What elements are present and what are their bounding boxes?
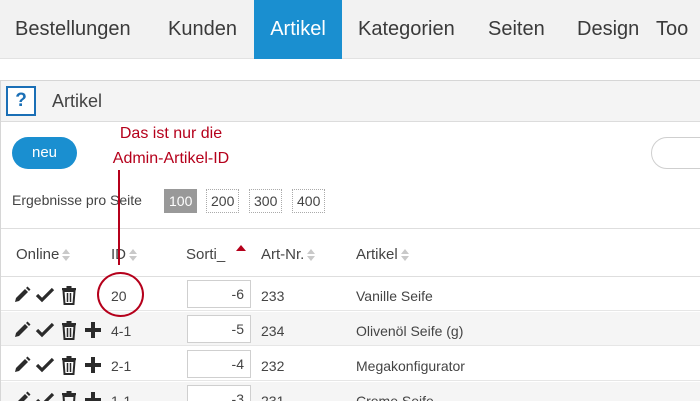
pencil-icon[interactable] <box>12 355 32 375</box>
top-navigation: Bestellungen Kunden Artikel Kategorien S… <box>0 0 700 59</box>
row-id: 1-1 <box>111 393 132 401</box>
check-icon[interactable] <box>35 285 55 305</box>
sort-icon <box>400 249 410 262</box>
trash-icon[interactable] <box>59 285 79 305</box>
nav-tab-bestellungen[interactable]: Bestellungen <box>15 0 131 59</box>
results-per-page-label: Ergebnisse pro Seite <box>12 192 142 208</box>
row-artikel[interactable]: Creme Seife <box>356 393 434 401</box>
trash-icon[interactable] <box>59 320 79 340</box>
divider <box>1 228 700 229</box>
annotation-line-1: Das ist nur die <box>119 125 223 142</box>
sort-order-input[interactable]: -3 <box>187 385 251 401</box>
col-header-id[interactable]: ID <box>111 246 138 263</box>
check-icon[interactable] <box>35 320 55 340</box>
annotation-line-2: Admin-Artikel-ID <box>112 150 230 167</box>
annotation-pointer-line <box>118 170 120 265</box>
pencil-icon[interactable] <box>12 285 32 305</box>
table-row <box>1 347 700 381</box>
nav-tab-design[interactable]: Design <box>577 0 639 59</box>
row-artnr: 233 <box>261 288 285 304</box>
sort-order-input[interactable]: -4 <box>187 350 251 378</box>
app-root: Bestellungen Kunden Artikel Kategorien S… <box>0 0 700 401</box>
annotation-text: Das ist nur die Admin-Artikel-ID <box>96 121 246 171</box>
new-article-button[interactable]: neu <box>12 137 77 169</box>
sort-icon <box>62 249 71 262</box>
col-header-online-label: Online <box>16 246 60 263</box>
help-icon[interactable]: ? <box>6 86 36 116</box>
row-artnr: 234 <box>261 323 285 339</box>
row-artikel[interactable]: Vanille Seife <box>356 288 433 304</box>
col-header-sort[interactable]: Sorti_ <box>186 246 225 263</box>
per-page-200[interactable]: 200 <box>206 189 240 213</box>
search-input[interactable] <box>651 137 700 169</box>
per-page-300[interactable]: 300 <box>249 189 283 213</box>
col-header-sort-label: Sorti_ <box>186 246 226 263</box>
col-header-artnr-label: Art-Nr. <box>261 246 305 263</box>
panel-header: ? Artikel <box>1 81 700 122</box>
plus-icon[interactable] <box>83 355 103 375</box>
annotation-circle <box>97 272 144 317</box>
row-artikel[interactable]: Olivenöl Seife (g) <box>356 323 463 339</box>
row-artnr: 232 <box>261 358 285 374</box>
sort-asc-icon <box>236 245 246 251</box>
nav-tab-tools[interactable]: Too <box>656 0 688 59</box>
col-header-online[interactable]: Online <box>16 246 71 263</box>
plus-icon[interactable] <box>83 320 103 340</box>
row-artnr: 231 <box>261 393 285 401</box>
col-header-artikel-label: Artikel <box>356 246 398 263</box>
pencil-icon[interactable] <box>12 390 32 401</box>
row-id: 2-1 <box>111 358 132 374</box>
table-row <box>1 312 700 346</box>
col-header-artikel[interactable]: Artikel <box>356 246 410 263</box>
plus-icon[interactable] <box>83 390 103 401</box>
trash-icon[interactable] <box>59 390 79 401</box>
check-icon[interactable] <box>35 390 55 401</box>
pencil-icon[interactable] <box>12 320 32 340</box>
nav-tab-artikel[interactable]: Artikel <box>254 0 342 59</box>
per-page-100[interactable]: 100 <box>164 189 198 213</box>
check-icon[interactable] <box>35 355 55 375</box>
nav-tab-kunden[interactable]: Kunden <box>168 0 237 59</box>
row-id: 4-1 <box>111 323 132 339</box>
sort-icon <box>129 249 138 262</box>
sort-order-input[interactable]: -5 <box>187 315 251 343</box>
per-page-400[interactable]: 400 <box>292 189 326 213</box>
trash-icon[interactable] <box>59 355 79 375</box>
col-header-artnr[interactable]: Art-Nr. <box>261 246 316 263</box>
table-row <box>1 382 700 401</box>
sort-order-input[interactable]: -6 <box>187 280 251 308</box>
sort-icon <box>307 249 316 262</box>
nav-tab-seiten[interactable]: Seiten <box>488 0 545 59</box>
nav-tab-kategorien[interactable]: Kategorien <box>358 0 455 59</box>
panel-title: Artikel <box>52 91 103 111</box>
row-artikel[interactable]: Megakonfigurator <box>356 358 465 374</box>
